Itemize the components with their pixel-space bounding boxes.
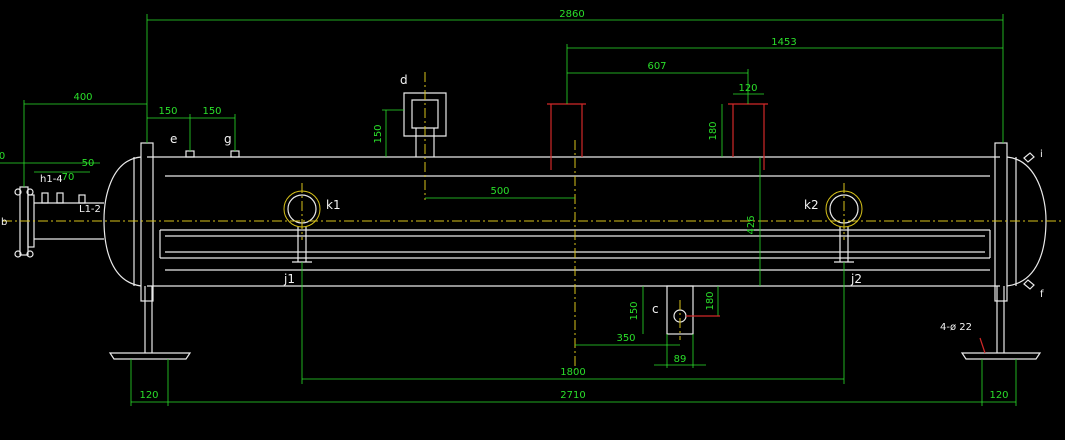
- dim-overall-length: 2860: [559, 9, 584, 20]
- left-pipe-stub: [14, 186, 104, 258]
- dim-120-left: 120: [139, 390, 158, 401]
- dim-150-g: 150: [202, 106, 221, 117]
- dim-180-top: 180: [708, 121, 719, 140]
- label-e: e: [170, 132, 177, 146]
- dim-1453: 1453: [771, 37, 796, 48]
- dim-50: 50: [82, 158, 95, 169]
- left-support: [108, 286, 192, 360]
- nozzle-red-left: [547, 103, 586, 170]
- dim-150-c: 150: [629, 301, 640, 320]
- label-h: h1-4: [40, 174, 63, 185]
- dim-1800: 1800: [560, 367, 585, 378]
- dim-350: 350: [616, 333, 635, 344]
- nozzle-g: [230, 150, 240, 158]
- dim-607: 607: [647, 61, 666, 72]
- dim-70: 70: [62, 172, 75, 183]
- bolt-hole-note: 4-ø 22: [940, 322, 972, 333]
- dim-2710: 2710: [560, 390, 585, 401]
- dim-150-e: 150: [158, 106, 177, 117]
- dim-180-c: 180: [705, 291, 716, 310]
- label-d: d: [400, 73, 408, 87]
- dim-500: 500: [490, 186, 509, 197]
- label-f: f: [1040, 289, 1044, 300]
- nozzle-labels: d e g k1 k2 j1 j2 c b h1-4 L1-2 i f: [1, 73, 1044, 316]
- dim-89: 89: [674, 354, 687, 365]
- label-l: L1-2: [79, 204, 101, 215]
- dim-0: 0: [0, 151, 5, 162]
- label-k1: k1: [326, 198, 341, 212]
- nozzle-red-right: [728, 103, 768, 170]
- dim-120-top: 120: [738, 83, 757, 94]
- nozzle-f: [1023, 279, 1035, 290]
- right-support: [960, 286, 1042, 360]
- label-j1: j1: [283, 272, 295, 286]
- dim-426: 426: [746, 215, 757, 234]
- label-i: i: [1040, 149, 1043, 160]
- dim-120-right: 120: [989, 390, 1008, 401]
- drawing-canvas: 2860 1453 607 120 180 400 150 150 150 50…: [0, 9, 1063, 406]
- label-k2: k2: [804, 198, 819, 212]
- right-head: [994, 142, 1047, 302]
- left-head: [103, 142, 154, 302]
- nozzle-i: [1023, 152, 1035, 163]
- dim-150-d: 150: [373, 124, 384, 143]
- dim-400: 400: [73, 92, 92, 103]
- label-j2: j2: [850, 272, 862, 286]
- label-b: b: [1, 217, 7, 228]
- nozzle-e: [185, 150, 195, 158]
- label-g: g: [224, 132, 232, 146]
- label-c: c: [652, 302, 659, 316]
